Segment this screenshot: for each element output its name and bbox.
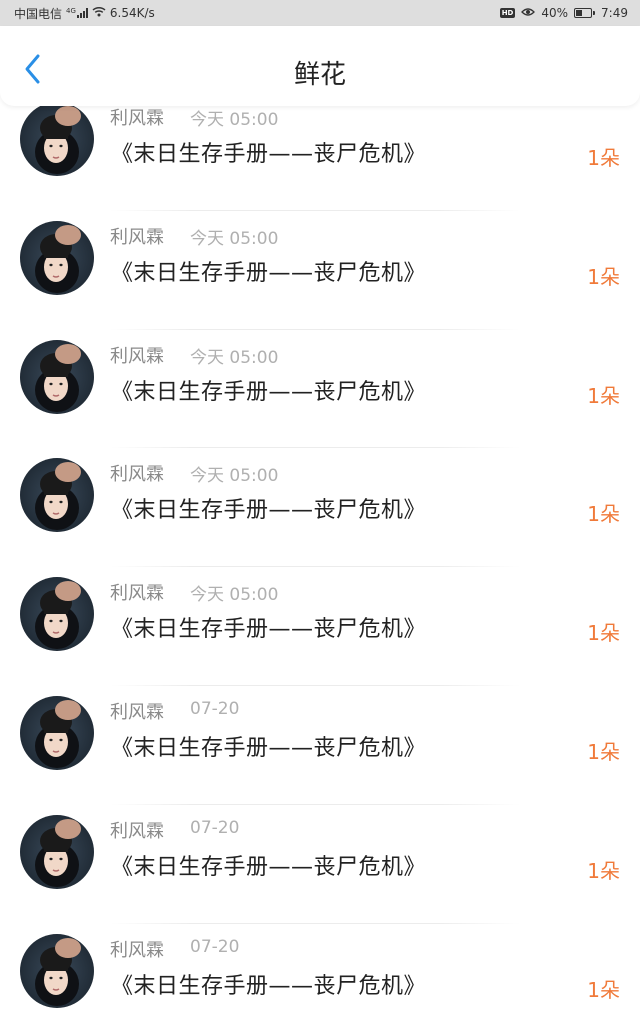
- user-name[interactable]: 利风霖: [110, 342, 164, 368]
- list-item[interactable]: 利风霖 今天 05:00 《末日生存手册——丧尸危机》 1朵: [0, 106, 640, 211]
- flower-count: 1朵: [587, 739, 620, 764]
- avatar[interactable]: [20, 695, 94, 770]
- book-title[interactable]: 《末日生存手册——丧尸危机》: [111, 849, 426, 881]
- list-item[interactable]: 利风霖 07-20 《末日生存手册——丧尸危机》 1朵: [0, 924, 640, 1024]
- timestamp: 07-20: [190, 698, 240, 719]
- status-bar: 中国电信 4G 6.54K/s HD 40% 7:49: [0, 0, 640, 26]
- timestamp: 07-20: [190, 817, 240, 838]
- book-title[interactable]: 《末日生存手册——丧尸危机》: [111, 730, 426, 762]
- user-name[interactable]: 利风霖: [110, 817, 164, 843]
- list-item[interactable]: 利风霖 07-20 《末日生存手册——丧尸危机》 1朵: [0, 805, 640, 924]
- timestamp: 今天 05:00: [190, 110, 279, 130]
- user-name[interactable]: 利风霖: [110, 223, 164, 249]
- wifi-icon: [92, 6, 106, 20]
- timestamp: 今天 05:00: [190, 585, 279, 606]
- book-title[interactable]: 《末日生存手册——丧尸危机》: [111, 255, 426, 287]
- network-type-label: 4G: [66, 7, 76, 15]
- flower-count: 1朵: [587, 621, 620, 646]
- user-name[interactable]: 利风霖: [110, 106, 164, 130]
- list-item[interactable]: 利风霖 今天 05:00 《末日生存手册——丧尸危机》 1朵: [0, 567, 640, 686]
- flower-count: 1朵: [587, 858, 620, 883]
- carrier-label: 中国电信: [14, 6, 63, 21]
- avatar[interactable]: [20, 458, 94, 533]
- book-title[interactable]: 《末日生存手册——丧尸危机》: [111, 611, 426, 643]
- flower-count: 1朵: [587, 146, 620, 170]
- avatar[interactable]: [20, 933, 94, 1008]
- flower-count: 1朵: [587, 502, 620, 527]
- book-title[interactable]: 《末日生存手册——丧尸危机》: [111, 492, 426, 524]
- battery-fill: [576, 10, 582, 16]
- flower-count: 1朵: [587, 264, 620, 289]
- flower-count: 1朵: [587, 977, 620, 1002]
- page-title: 鲜花: [293, 60, 346, 90]
- status-left: 中国电信 4G 6.54K/s: [14, 5, 155, 22]
- battery-icon: [574, 8, 596, 18]
- flower-count: 1朵: [587, 383, 620, 408]
- avatar[interactable]: [20, 106, 94, 176]
- status-right: HD 40% 7:49: [499, 6, 628, 20]
- avatar[interactable]: [20, 814, 94, 889]
- flower-list[interactable]: 利风霖 今天 05:00 《末日生存手册——丧尸危机》 1朵 利风霖 今天 05…: [0, 106, 640, 1024]
- header-bar: 鲜花: [0, 26, 640, 106]
- list-item[interactable]: 利风霖 07-20 《末日生存手册——丧尸危机》 1朵: [0, 686, 640, 805]
- avatar[interactable]: [20, 577, 94, 652]
- timestamp: 今天 05:00: [190, 466, 279, 487]
- book-title[interactable]: 《末日生存手册——丧尸危机》: [111, 374, 426, 406]
- clock: 7:49: [601, 6, 628, 20]
- list-item[interactable]: 利风霖 今天 05:00 《末日生存手册——丧尸危机》 1朵: [0, 330, 640, 449]
- timestamp: 07-20: [190, 936, 240, 957]
- list-item[interactable]: 利风霖 今天 05:00 《末日生存手册——丧尸危机》 1朵: [0, 211, 640, 330]
- book-title[interactable]: 《末日生存手册——丧尸危机》: [111, 968, 426, 1000]
- avatar[interactable]: [20, 339, 94, 414]
- network-speed: 6.54K/s: [109, 6, 155, 20]
- user-name[interactable]: 利风霖: [110, 460, 164, 486]
- user-name[interactable]: 利风霖: [110, 698, 164, 724]
- avatar[interactable]: [20, 220, 94, 295]
- signal-icon: 4G: [66, 8, 88, 18]
- user-name[interactable]: 利风霖: [110, 936, 164, 962]
- battery-percent: 40%: [541, 6, 569, 20]
- user-name[interactable]: 利风霖: [110, 579, 164, 605]
- hd-icon: HD: [499, 8, 516, 18]
- eye-icon: [521, 6, 536, 20]
- book-title[interactable]: 《末日生存手册——丧尸危机》: [111, 136, 426, 168]
- list-item[interactable]: 利风霖 今天 05:00 《末日生存手册——丧尸危机》 1朵: [0, 448, 640, 568]
- timestamp: 今天 05:00: [190, 228, 279, 249]
- timestamp: 今天 05:00: [190, 347, 279, 368]
